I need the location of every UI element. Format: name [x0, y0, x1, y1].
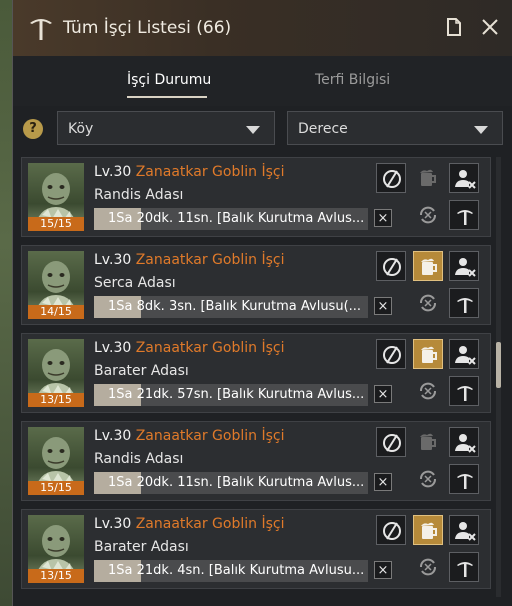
worker-level: Lv.30 [94, 164, 132, 180]
worker-list: 15/15 Lv.30 Zanaatkar Goblin İşçi Randis… [21, 157, 491, 606]
worker-card[interactable]: 15/15 Lv.30 Zanaatkar Goblin İşçi Randis… [21, 421, 491, 501]
background-left [0, 0, 12, 606]
grade-dropdown-label: Derece [298, 121, 348, 137]
beer-icon[interactable] [413, 427, 443, 457]
worker-card[interactable]: 13/15 Lv.30 Zanaatkar Goblin İşçi Barate… [21, 333, 491, 413]
repeat-icon[interactable] [413, 464, 443, 494]
worker-portrait: 15/15 [28, 163, 84, 231]
title-bar[interactable]: Tüm İşçi Listesi (66) [13, 0, 512, 57]
worker-location: Barater Adası [94, 363, 189, 379]
beer-icon[interactable] [413, 339, 443, 369]
tab-bar: İşçi Durumu Terfi Bilgisi [13, 56, 512, 106]
active-tab-indicator [127, 96, 207, 98]
chevron-down-icon [246, 126, 260, 134]
pickaxe-icon [27, 14, 55, 42]
worker-portrait: 14/15 [28, 251, 84, 319]
help-icon[interactable]: ? [23, 119, 43, 139]
cancel-task-button[interactable]: × [374, 209, 392, 227]
beer-icon[interactable] [413, 163, 443, 193]
fire-worker-icon[interactable] [449, 251, 479, 281]
promote-icon[interactable] [449, 552, 479, 582]
village-dropdown-label: Köy [68, 121, 94, 137]
worker-level-line: Lv.30 Zanaatkar Goblin İşçi [94, 516, 284, 532]
task-label: 1Sa 8dk. 3sn. [Balık Kurutma Avlusu(... [108, 299, 362, 314]
task-label: 1Sa 20dk. 11sn. [Balık Kurutma Avlus... [108, 211, 365, 226]
promote-icon[interactable] [449, 288, 479, 318]
promote-icon[interactable] [449, 200, 479, 230]
worker-name: Zanaatkar Goblin İşçi [135, 428, 285, 444]
stamina-label: 15/15 [28, 217, 84, 231]
stamina-label: 13/15 [28, 569, 84, 583]
worker-level: Lv.30 [94, 428, 132, 444]
task-progress-bar: 1Sa 8dk. 3sn. [Balık Kurutma Avlusu(... [94, 296, 368, 318]
worker-portrait: 13/15 [28, 339, 84, 407]
task-label: 1Sa 21dk. 4sn. [Balık Kurutma Avlusu... [108, 563, 365, 578]
chevron-down-icon [474, 126, 488, 134]
task-label: 1Sa 20dk. 11sn. [Balık Kurutma Avlus... [108, 475, 365, 490]
close-icon[interactable] [479, 16, 501, 38]
worker-level: Lv.30 [94, 340, 132, 356]
worker-card[interactable]: 14/15 Lv.30 Zanaatkar Goblin İşçi Serca … [21, 245, 491, 325]
cancel-task-button[interactable]: × [374, 297, 392, 315]
worker-location: Randis Adası [94, 187, 184, 203]
scrollbar-thumb[interactable] [496, 342, 501, 388]
repeat-icon[interactable] [413, 200, 443, 230]
hide-icon[interactable] [376, 163, 406, 193]
cancel-task-button[interactable]: × [374, 473, 392, 491]
cancel-task-button[interactable]: × [374, 561, 392, 579]
worker-portrait: 15/15 [28, 427, 84, 495]
grade-dropdown[interactable]: Derece [287, 111, 503, 145]
beer-icon[interactable] [413, 251, 443, 281]
worker-location: Randis Adası [94, 451, 184, 467]
task-progress-bar: 1Sa 20dk. 11sn. [Balık Kurutma Avlus... [94, 472, 368, 494]
task-label: 1Sa 21dk. 57sn. [Balık Kurutma Avlus... [108, 387, 365, 402]
worker-level: Lv.30 [94, 516, 132, 532]
worker-level: Lv.30 [94, 252, 132, 268]
window-title: Tüm İşçi Listesi (66) [63, 18, 232, 38]
worker-name: Zanaatkar Goblin İşçi [135, 252, 285, 268]
hide-icon[interactable] [376, 251, 406, 281]
tab-worker-status[interactable]: İşçi Durumu [127, 72, 211, 88]
task-progress-bar: 1Sa 21dk. 4sn. [Balık Kurutma Avlusu... [94, 560, 368, 582]
promote-icon[interactable] [449, 376, 479, 406]
worker-name: Zanaatkar Goblin İşçi [135, 340, 285, 356]
fire-worker-icon[interactable] [449, 515, 479, 545]
stamina-label: 14/15 [28, 305, 84, 319]
task-progress-bar: 1Sa 20dk. 11sn. [Balık Kurutma Avlus... [94, 208, 368, 230]
repeat-icon[interactable] [413, 376, 443, 406]
task-progress-bar: 1Sa 21dk. 57sn. [Balık Kurutma Avlus... [94, 384, 368, 406]
worker-level-line: Lv.30 Zanaatkar Goblin İşçi [94, 428, 284, 444]
worker-name: Zanaatkar Goblin İşçi [135, 164, 285, 180]
hide-icon[interactable] [376, 427, 406, 457]
stamina-label: 15/15 [28, 481, 84, 495]
page-icon[interactable] [443, 16, 465, 38]
cancel-task-button[interactable]: × [374, 385, 392, 403]
hide-icon[interactable] [376, 515, 406, 545]
worker-level-line: Lv.30 Zanaatkar Goblin İşçi [94, 252, 284, 268]
worker-card[interactable]: 13/15 Lv.30 Zanaatkar Goblin İşçi Barate… [21, 509, 491, 589]
fire-worker-icon[interactable] [449, 427, 479, 457]
worker-location: Serca Adası [94, 275, 176, 291]
worker-card[interactable]: 15/15 Lv.30 Zanaatkar Goblin İşçi Randis… [21, 157, 491, 237]
fire-worker-icon[interactable] [449, 163, 479, 193]
beer-icon[interactable] [413, 515, 443, 545]
worker-list-window: Tüm İşçi Listesi (66) İşçi Durumu Terfi … [12, 0, 512, 606]
repeat-icon[interactable] [413, 288, 443, 318]
worker-location: Barater Adası [94, 539, 189, 555]
worker-name: Zanaatkar Goblin İşçi [135, 516, 285, 532]
scrollbar[interactable] [496, 157, 501, 597]
worker-level-line: Lv.30 Zanaatkar Goblin İşçi [94, 164, 284, 180]
hide-icon[interactable] [376, 339, 406, 369]
promote-icon[interactable] [449, 464, 479, 494]
worker-portrait: 13/15 [28, 515, 84, 583]
fire-worker-icon[interactable] [449, 339, 479, 369]
tab-promotion-info[interactable]: Terfi Bilgisi [315, 72, 390, 88]
stamina-label: 13/15 [28, 393, 84, 407]
repeat-icon[interactable] [413, 552, 443, 582]
village-dropdown[interactable]: Köy [57, 111, 275, 145]
worker-level-line: Lv.30 Zanaatkar Goblin İşçi [94, 340, 284, 356]
filter-row: ? Köy Derece [13, 106, 512, 152]
